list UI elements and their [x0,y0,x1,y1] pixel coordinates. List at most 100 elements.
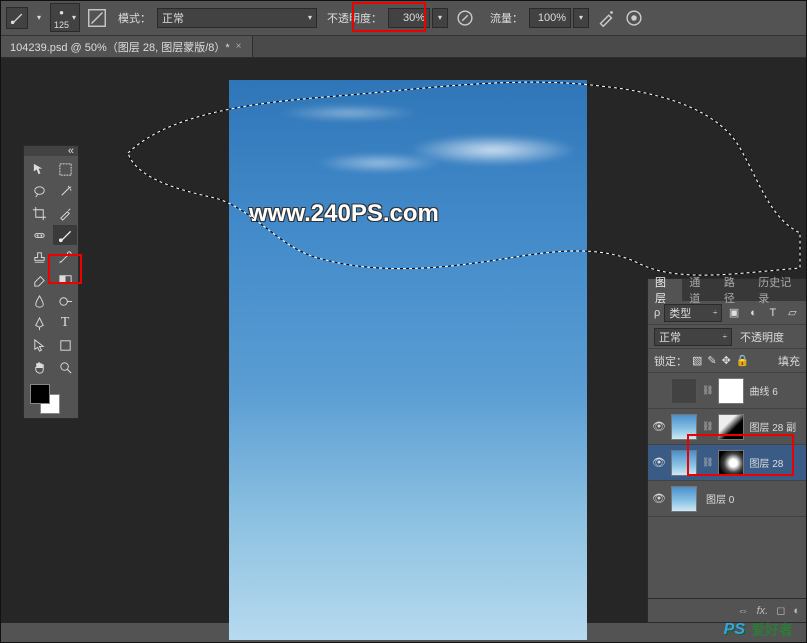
link-icon: ⛓ [702,421,713,432]
hand-tool[interactable] [27,357,51,377]
blend-mode-select[interactable]: 正常 ▾ [157,8,317,28]
layer-row[interactable]: ⛓ 曲线 6 [648,373,806,409]
filter-type-icon[interactable]: T [765,305,780,321]
layer-thumb [671,450,697,476]
document-tab[interactable]: 104239.psd @ 50%（图层 28, 图层蒙版/8）* × [0,36,253,57]
opacity-dropdown[interactable]: ▾ [432,8,448,28]
current-tool-indicator[interactable] [6,7,28,29]
filter-shape-icon[interactable]: ▱ [785,305,800,321]
dodge-tool[interactable] [53,291,77,311]
link-icon: ⛓ [702,385,713,396]
eraser-tool[interactable] [27,269,51,289]
layer-thumb [671,486,697,512]
tab-history[interactable]: 历史记录 [751,279,806,301]
brush-panel-button[interactable] [86,7,108,29]
brush-tool[interactable] [53,225,77,245]
panel-tabs: 图层 通道 路径 历史记录 [648,279,806,301]
link-layers-button[interactable]: ⇔ [738,605,749,617]
blend-mode-value: 正常 [162,10,184,26]
lock-brush-icon[interactable]: ✎ [707,354,716,367]
pen-tool[interactable] [27,313,51,333]
filter-adjust-icon[interactable]: ◐ [746,305,761,321]
eyedropper-tool[interactable] [53,203,77,223]
mask-thumb [718,378,744,404]
blur-tool[interactable] [27,291,51,311]
opacity-label: 不透明度： [327,10,382,26]
fx-button[interactable]: fx. [757,605,769,617]
tool-chevron[interactable]: ▾ [34,7,44,29]
brush-icon [10,11,24,25]
tablet-size-icon [623,7,645,29]
close-icon[interactable]: × [236,41,242,52]
move-tool[interactable] [27,159,51,179]
image-watermark: www.240PS.com [249,200,439,228]
airbrush-button[interactable] [595,7,617,29]
tablet-icon [454,7,476,29]
layer-row[interactable]: 👁 ⛓ 图层 28 副 [648,409,806,445]
opacity-value[interactable]: 30% [388,8,430,28]
filter-image-icon[interactable]: ▣ [726,305,741,321]
shape-tool[interactable] [53,335,77,355]
visibility-toggle[interactable]: 👁 [652,492,666,505]
blend-mode-label: 模式： [118,10,151,26]
foreground-color-swatch[interactable] [30,384,50,404]
mask-thumb [718,414,744,440]
document-title: 104239.psd @ 50%（图层 28, 图层蒙版/8）* [10,39,230,55]
stamp-tool[interactable] [27,247,51,267]
brush-preset-picker[interactable]: • 125 ▾ [50,3,80,32]
layer-name[interactable]: 图层 0 [706,491,734,506]
tab-paths[interactable]: 路径 [717,279,751,301]
visibility-toggle[interactable]: 👁 [652,420,666,433]
layers-panel: 图层 通道 路径 历史记录 ρ 类型÷ ▣ ◐ T ▱ 正常÷ 不透明度 锁定：… [647,278,807,623]
gradient-tool[interactable] [53,269,77,289]
airbrush-icon [595,7,617,29]
path-select-tool[interactable] [27,335,51,355]
crop-tool[interactable] [27,203,51,223]
layer-name[interactable]: 图层 28 [749,455,783,470]
marquee-tool[interactable] [53,159,77,179]
visibility-toggle[interactable]: 👁 [652,456,666,469]
chevron-down-icon: ▾ [72,13,76,22]
filter-kind-select[interactable]: 类型÷ [664,304,722,322]
document-canvas[interactable]: www.240PS.com [229,80,587,640]
filter-kind-label: ρ [654,307,660,319]
flow-label: 流量： [490,10,523,26]
layer-blend-select[interactable]: 正常÷ [654,328,732,346]
brush-panel-icon [86,7,108,29]
pressure-opacity-button[interactable] [454,7,476,29]
zoom-tool[interactable] [53,357,77,377]
tab-channels[interactable]: 通道 [682,279,716,301]
history-brush-tool[interactable] [53,247,77,267]
tools-collapse[interactable]: « [24,146,78,156]
tab-layers[interactable]: 图层 [648,279,682,301]
healing-tool[interactable] [27,225,51,245]
brush-size-value: 125 [54,20,69,30]
brush-dot-icon: • [55,5,69,20]
layer-blend-row: 正常÷ 不透明度 [648,325,806,349]
magic-wand-tool[interactable] [53,181,77,201]
color-swatches[interactable] [24,380,78,418]
adjustment-button[interactable]: ◐ [793,605,800,617]
pressure-size-button[interactable] [623,7,645,29]
watermark-text: 爱好者 [751,620,793,640]
mask-button[interactable]: ◻ [776,604,785,617]
type-tool[interactable]: T [53,313,77,333]
flow-value[interactable]: 100% [529,8,571,28]
layer-lock-row: 锁定： ▧ ✎ ✥ 🔒 填充 [648,349,806,373]
flow-control[interactable]: 100% ▾ [529,8,589,28]
layer-bottom-bar: ⇔ fx. ◻ ◐ [648,598,806,622]
layer-filter-row: ρ 类型÷ ▣ ◐ T ▱ [648,301,806,325]
layer-name[interactable]: 曲线 6 [749,383,777,398]
layer-row[interactable]: 👁 图层 0 [648,481,806,517]
lock-position-icon[interactable]: ✥ [722,354,731,367]
lock-transparency-icon[interactable]: ▧ [692,354,702,367]
layer-name[interactable]: 图层 28 副 [749,419,796,434]
flow-dropdown[interactable]: ▾ [573,8,589,28]
opacity-control[interactable]: 30% ▾ [388,8,448,28]
lock-all-icon[interactable]: 🔒 [736,354,750,367]
layer-thumb [671,378,697,404]
tools-panel: « T [23,145,79,419]
lasso-tool[interactable] [27,181,51,201]
layer-row[interactable]: 👁 ⛓ 图层 28 [648,445,806,481]
mask-thumb [718,450,744,476]
